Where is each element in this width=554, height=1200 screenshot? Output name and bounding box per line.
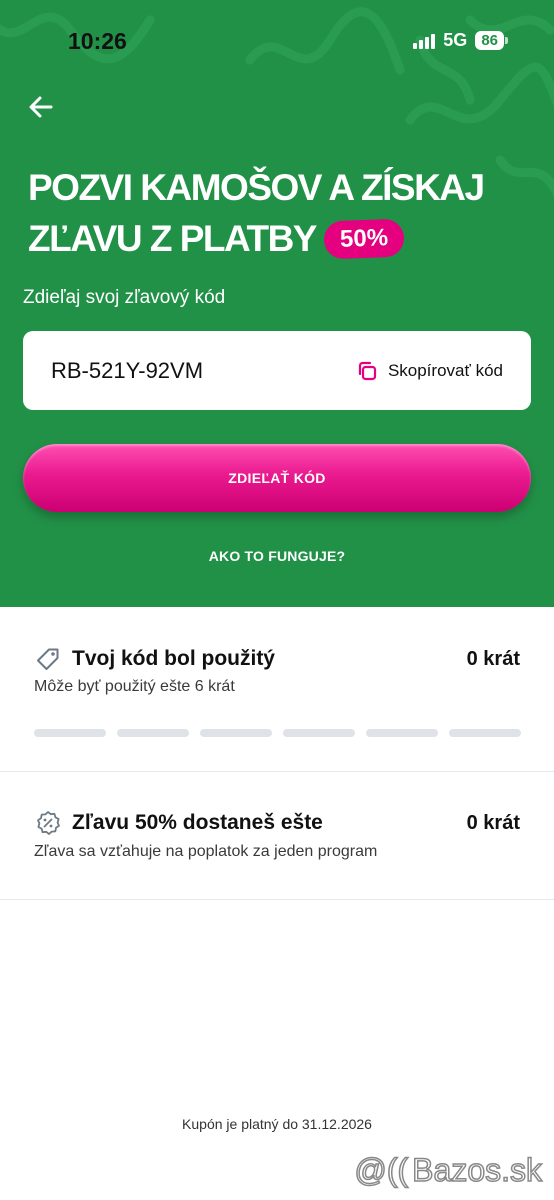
signal-icon [413, 33, 436, 49]
page-title: POZVI KAMOŠOV A ZÍSKAJ ZĽAVU Z PLATBY 50… [28, 162, 485, 264]
usage-progress [34, 729, 521, 737]
usage-subtitle: Môže byť použitý ešte 6 krát [34, 678, 235, 695]
status-time: 10:26 [68, 28, 127, 54]
progress-segment [200, 729, 272, 737]
progress-segment [366, 729, 438, 737]
battery-level: 86 [475, 31, 504, 50]
discount-title: Zľavu 50% dostaneš ešte [72, 811, 323, 834]
percent-badge-icon [37, 811, 60, 835]
back-arrow-icon[interactable] [26, 92, 56, 122]
usage-count: 0 krát [466, 647, 520, 670]
watermark-logo-icon: @(( [354, 1151, 409, 1189]
tag-icon [37, 648, 59, 670]
code-card: RB-521Y-92VM Skopírovať kód [23, 331, 531, 410]
discount-section: Zľavu 50% dostaneš ešte 0 krát Zľava sa … [0, 772, 554, 900]
copy-code-label: Skopírovať kód [387, 360, 503, 380]
battery-icon: 86 [475, 31, 508, 50]
progress-segment [34, 729, 106, 737]
hero-section: 10:26 5G 86 POZVI KAMOŠOV A ZÍSKAJ ZĽAVU… [0, 0, 554, 607]
discount-code: RB-521Y-92VM [51, 357, 204, 383]
validity-note: Kupón je platný do 31.12.2026 [182, 1116, 372, 1132]
title-line-1: POZVI KAMOŠOV A ZÍSKAJ [28, 167, 485, 208]
progress-segment [117, 729, 189, 737]
copy-icon [358, 361, 377, 380]
copy-code-button[interactable]: Skopírovať kód [356, 360, 503, 382]
network-type: 5G [443, 30, 468, 50]
progress-segment [449, 729, 521, 737]
code-usage-section: Tvoj kód bol použitý 0 krát Môže byť pou… [0, 607, 554, 772]
discount-badge: 50% [323, 218, 405, 259]
usage-title: Tvoj kód bol použitý [72, 647, 275, 670]
watermark: @(( Bazos.sk [354, 1151, 543, 1189]
watermark-text: Bazos.sk [411, 1151, 542, 1189]
status-indicators: 5G 86 [413, 30, 508, 51]
progress-segment [283, 729, 355, 737]
discount-subtitle: Zľava sa vzťahuje na poplatok za jeden p… [34, 843, 378, 860]
title-line-2: ZĽAVU Z PLATBY [28, 218, 318, 259]
share-code-button[interactable]: ZDIEĽAŤ KÓD [23, 444, 531, 512]
discount-count: 0 krát [466, 811, 520, 834]
share-code-label: Zdieľaj svoj zľavový kód [23, 287, 226, 308]
how-it-works-link[interactable]: AKO TO FUNGUJE? [0, 548, 554, 564]
